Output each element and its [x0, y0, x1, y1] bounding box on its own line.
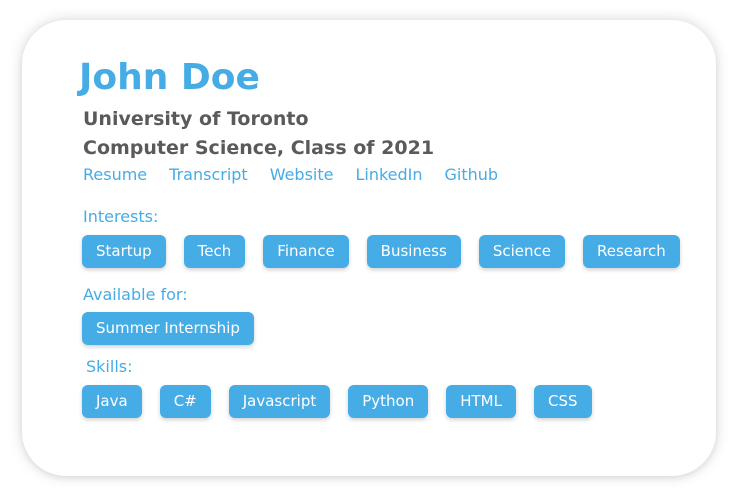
profile-links: Resume Transcript Website LinkedIn Githu…: [83, 164, 498, 186]
linkedin-link[interactable]: LinkedIn: [355, 164, 422, 186]
github-link[interactable]: Github: [445, 164, 499, 186]
skill-chip-css[interactable]: CSS: [533, 385, 592, 418]
interest-chip-research[interactable]: Research: [582, 235, 680, 268]
university-name: University of Toronto: [83, 108, 309, 130]
transcript-link[interactable]: Transcript: [169, 164, 248, 186]
skill-chip-java[interactable]: Java: [82, 385, 142, 418]
skill-chip-python[interactable]: Python: [348, 385, 429, 418]
interest-chip-business[interactable]: Business: [366, 235, 461, 268]
available-label: Available for:: [83, 285, 188, 304]
skills-list: Java C# Javascript Python HTML CSS: [82, 385, 592, 418]
profile-name: John Doe: [79, 57, 260, 98]
interest-chip-science[interactable]: Science: [478, 235, 565, 268]
skill-chip-csharp[interactable]: C#: [159, 385, 211, 418]
available-list: Summer Internship: [82, 312, 254, 345]
interest-chip-finance[interactable]: Finance: [263, 235, 349, 268]
interests-label: Interests:: [83, 207, 159, 226]
skill-chip-javascript[interactable]: Javascript: [228, 385, 331, 418]
program-info: Computer Science, Class of 2021: [83, 137, 435, 159]
website-link[interactable]: Website: [270, 164, 334, 186]
skill-chip-html[interactable]: HTML: [446, 385, 516, 418]
resume-link[interactable]: Resume: [83, 164, 147, 186]
interests-list: Startup Tech Finance Business Science Re…: [82, 235, 680, 268]
interest-chip-tech[interactable]: Tech: [183, 235, 246, 268]
interest-chip-startup[interactable]: Startup: [82, 235, 166, 268]
skills-label: Skills:: [86, 357, 133, 376]
profile-card: John Doe University of Toronto Computer …: [22, 20, 716, 476]
available-chip-summer-internship[interactable]: Summer Internship: [82, 312, 254, 345]
